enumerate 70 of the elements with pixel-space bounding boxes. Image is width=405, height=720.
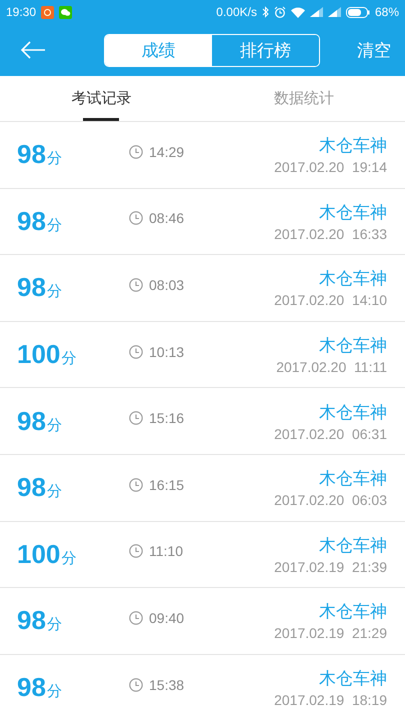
back-icon[interactable] xyxy=(20,41,46,59)
score-unit: 分 xyxy=(46,482,62,502)
score: 98 xyxy=(17,605,46,636)
duration: 15:16 xyxy=(149,410,184,426)
user-name: 木仓车神 xyxy=(319,202,387,224)
clock-icon xyxy=(129,678,143,692)
battery-icon xyxy=(346,6,370,18)
clock-icon xyxy=(129,344,143,359)
clock-icon xyxy=(129,144,143,159)
duration: 08:03 xyxy=(149,276,184,293)
clock-icon xyxy=(129,211,143,226)
duration: 11:10 xyxy=(149,543,183,560)
clock-icon xyxy=(129,411,143,426)
user-name: 木仓车神 xyxy=(319,402,387,424)
wifi-icon xyxy=(290,6,305,18)
user-name: 木仓车神 xyxy=(319,268,387,290)
score-unit: 分 xyxy=(61,548,76,568)
score: 100 xyxy=(17,538,60,570)
score-unit: 分 xyxy=(46,149,62,168)
duration: 10:13 xyxy=(149,344,184,360)
tab[interactable]: 考试记录 xyxy=(0,76,202,121)
chat-app-icon xyxy=(59,6,72,18)
app-notification-icon xyxy=(41,6,54,18)
duration: 15:38 xyxy=(149,676,184,693)
signal-icon xyxy=(310,7,323,17)
user-name: 木仓车神 xyxy=(319,335,387,358)
score-unit: 分 xyxy=(46,615,62,634)
clock-icon xyxy=(129,610,143,625)
record-date: 2017.02.20 06:31 xyxy=(274,426,387,442)
duration: 14:29 xyxy=(149,144,184,160)
score-unit: 分 xyxy=(46,416,62,435)
duration: 09:40 xyxy=(149,610,184,626)
score: 98 xyxy=(17,406,46,437)
score: 98 xyxy=(17,272,46,304)
score-unit: 分 xyxy=(61,349,76,368)
user-name: 木仓车神 xyxy=(319,135,387,158)
record-date: 2017.02.19 21:29 xyxy=(274,625,387,642)
duration: 16:15 xyxy=(149,476,184,493)
score-unit: 分 xyxy=(46,216,62,235)
duration: 08:46 xyxy=(149,210,184,226)
score: 98 xyxy=(17,206,46,237)
score: 98 xyxy=(17,139,46,170)
record-date: 2017.02.20 19:14 xyxy=(274,159,387,176)
bluetooth-icon xyxy=(262,6,269,18)
alarm-icon xyxy=(274,6,286,18)
user-name: 木仓车神 xyxy=(319,668,387,690)
segment-tab[interactable]: 成绩 xyxy=(105,34,212,66)
user-name: 木仓车神 xyxy=(319,534,387,557)
score-unit: 分 xyxy=(46,282,62,302)
score: 98 xyxy=(17,672,46,704)
record-date: 2017.02.19 18:19 xyxy=(274,692,387,708)
user-name: 木仓车神 xyxy=(319,601,387,624)
user-name: 木仓车神 xyxy=(319,468,387,490)
network-speed: 0.00K/s xyxy=(216,5,257,19)
clear-button[interactable]: 清空 xyxy=(357,38,391,62)
score: 100 xyxy=(17,339,60,370)
battery-percent: 68% xyxy=(374,5,399,19)
score-unit: 分 xyxy=(46,682,62,702)
clock-icon xyxy=(129,544,143,558)
record-date: 2017.02.20 16:33 xyxy=(274,226,387,242)
record-date: 2017.02.20 14:10 xyxy=(274,292,387,308)
record-date: 2017.02.19 21:39 xyxy=(274,558,387,575)
record-date: 2017.02.20 06:03 xyxy=(274,492,387,508)
record-date: 2017.02.20 11:11 xyxy=(276,359,387,376)
status-time: 19:30 xyxy=(6,5,36,19)
tab[interactable]: 数据统计 xyxy=(202,76,405,121)
signal-icon xyxy=(328,7,341,17)
score: 98 xyxy=(17,472,46,504)
clock-icon xyxy=(129,278,143,292)
clock-icon xyxy=(129,478,143,492)
